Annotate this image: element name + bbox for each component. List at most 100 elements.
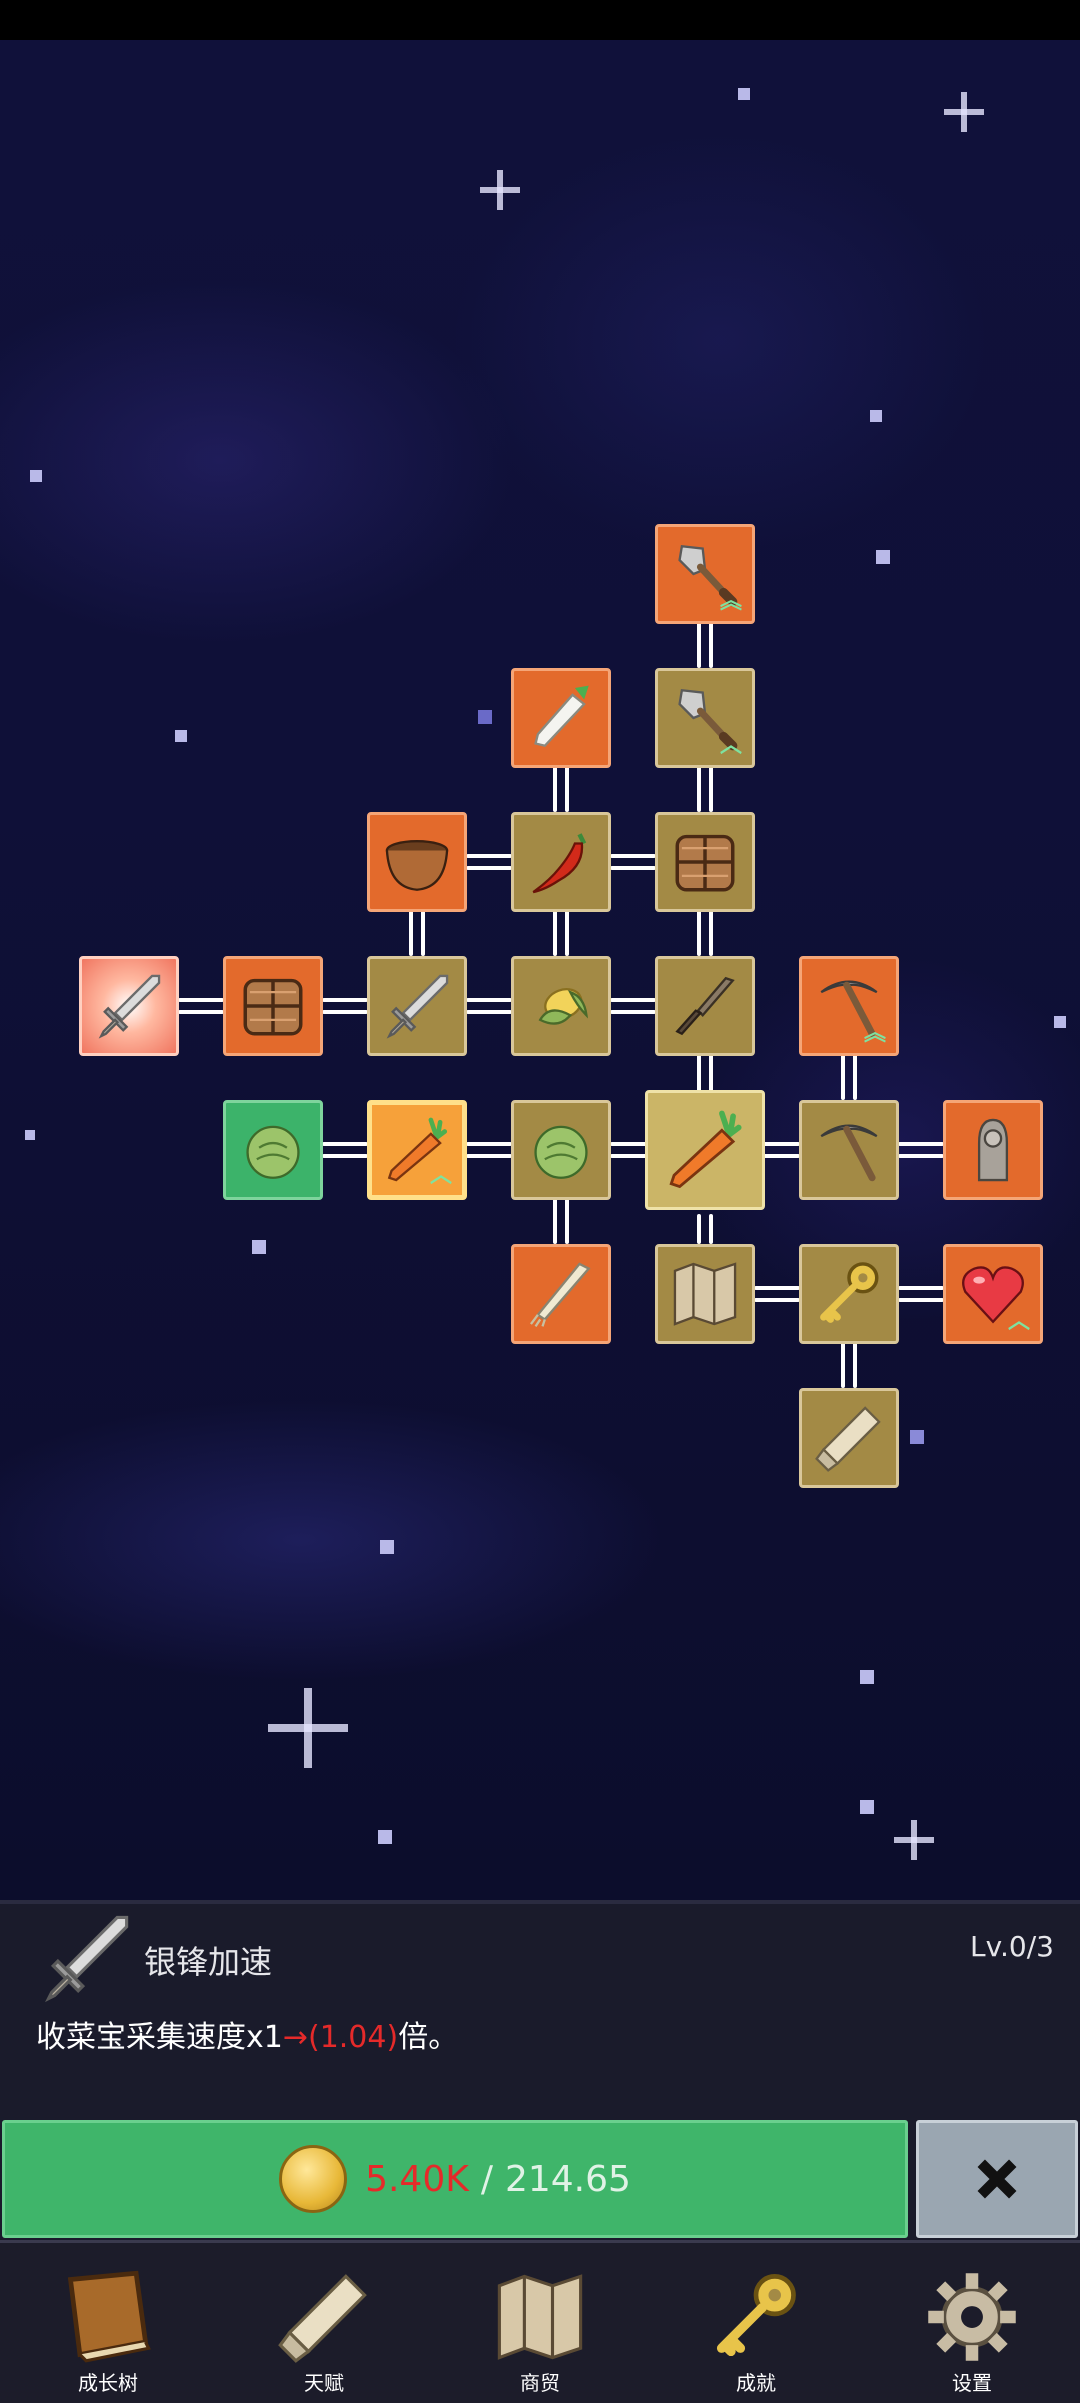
upgrade-available-icon: ︿ <box>429 1163 452 1188</box>
coin-balance: 214.65 <box>504 2158 631 2200</box>
skill-node-key[interactable] <box>799 1244 899 1344</box>
tree-link <box>553 910 569 956</box>
cost-separator: / <box>480 2158 493 2200</box>
nav-achievements[interactable]: 成就 <box>648 2243 864 2403</box>
upgrade-available-icon: ︿ <box>719 733 742 758</box>
nav-label: 商贸 <box>520 2371 560 2395</box>
coin-icon <box>279 2145 348 2213</box>
skill-node-pickaxe[interactable] <box>799 1100 899 1200</box>
skill-description-suffix: 倍。 <box>398 2020 459 2055</box>
map-icon <box>490 2267 590 2367</box>
tree-link <box>553 1198 569 1244</box>
carrot-icon <box>660 1105 750 1195</box>
tree-link <box>898 1142 944 1158</box>
tree-link <box>610 998 656 1014</box>
tree-link <box>754 1286 800 1302</box>
skill-tree: ︽ ︿ ︽ ︿ ︿ <box>0 0 1080 1900</box>
close-icon <box>969 2151 1025 2207</box>
sword-icon <box>36 1908 136 2008</box>
tree-link <box>697 622 713 668</box>
nav-label: 成就 <box>736 2371 776 2395</box>
skill-node-cabbage-green[interactable] <box>223 1100 323 1200</box>
corn-icon <box>524 969 598 1043</box>
skill-node-carrot-center[interactable] <box>645 1090 765 1210</box>
skill-node-cabbage[interactable] <box>511 1100 611 1200</box>
upgrade-available-icon: ︽ <box>863 1021 886 1046</box>
tree-link <box>841 1342 857 1388</box>
tree-link <box>553 766 569 812</box>
scroll-icon <box>274 2267 374 2367</box>
sword-icon <box>92 969 166 1043</box>
bottom-navigation: 成长树 天赋 商贸 成就 设置 <box>0 2240 1080 2403</box>
book-icon <box>58 2267 158 2367</box>
tree-link <box>841 1054 857 1100</box>
leek-icon <box>524 1257 598 1331</box>
cabbage-icon <box>236 1113 310 1187</box>
tree-link <box>697 1054 713 1094</box>
skill-node-radish[interactable] <box>511 668 611 768</box>
skill-node-pickaxe-top[interactable]: ︽ <box>799 956 899 1056</box>
dagger-icon <box>668 969 742 1043</box>
skill-node-sword[interactable] <box>367 956 467 1056</box>
skill-node-leek[interactable] <box>511 1244 611 1344</box>
cabbage-icon <box>524 1113 598 1187</box>
bowl-icon <box>380 825 454 899</box>
map-icon <box>668 1257 742 1331</box>
skill-node-silver-sword[interactable] <box>79 956 179 1056</box>
skill-node-bowl[interactable] <box>367 812 467 912</box>
skill-node-heart[interactable]: ︿ <box>943 1244 1043 1344</box>
skill-node-shovel-top[interactable]: ︽ <box>655 524 755 624</box>
basket-icon <box>236 969 310 1043</box>
nav-label: 天赋 <box>304 2371 344 2395</box>
key-icon <box>706 2267 806 2367</box>
nav-talent[interactable]: 天赋 <box>216 2243 432 2403</box>
scroll-icon <box>812 1401 886 1475</box>
nav-label: 设置 <box>952 2371 992 2395</box>
skill-node-basket-top[interactable] <box>655 812 755 912</box>
upgrade-cost: 5.40K <box>365 2158 469 2200</box>
skill-description: 收菜宝采集速度x1→(1.04)倍。 <box>36 2012 458 2056</box>
nav-label: 成长树 <box>78 2371 138 2395</box>
tree-link <box>697 910 713 956</box>
statue-icon <box>956 1113 1030 1187</box>
gear-icon <box>922 2267 1022 2367</box>
sword-icon <box>380 969 454 1043</box>
pickaxe-icon <box>812 1113 886 1187</box>
tree-link <box>322 998 368 1014</box>
radish-icon <box>524 681 598 755</box>
basket-icon <box>668 825 742 899</box>
upgrade-available-icon: ︿ <box>1007 1309 1030 1334</box>
tree-link <box>466 998 512 1014</box>
nav-trade[interactable]: 商贸 <box>432 2243 648 2403</box>
skill-node-scroll[interactable] <box>799 1388 899 1488</box>
skill-level: Lv.0/3 <box>970 1930 1054 1963</box>
nav-growth-tree[interactable]: 成长树 <box>0 2243 216 2403</box>
skill-node-shovel[interactable]: ︿ <box>655 668 755 768</box>
tree-link <box>409 910 425 956</box>
skill-node-statue[interactable] <box>943 1100 1043 1200</box>
nav-settings[interactable]: 设置 <box>864 2243 1080 2403</box>
skill-node-carrot-selected[interactable]: ︿ <box>367 1100 467 1200</box>
tree-link <box>697 1214 713 1244</box>
skill-node-map[interactable] <box>655 1244 755 1344</box>
tree-link <box>697 766 713 812</box>
tree-link <box>898 1286 944 1302</box>
skill-node-chili[interactable] <box>511 812 611 912</box>
tree-link <box>322 1142 368 1158</box>
tree-link <box>178 998 224 1014</box>
skill-node-dagger[interactable] <box>655 956 755 1056</box>
close-button[interactable] <box>916 2120 1078 2238</box>
tree-link <box>466 854 512 870</box>
skill-node-corn[interactable] <box>511 956 611 1056</box>
skill-description-prefix: 收菜宝采集速度x1 <box>36 2020 283 2055</box>
skill-description-arrow: → <box>282 2020 308 2055</box>
skill-description-value: (1.04) <box>307 2020 399 2055</box>
key-icon <box>812 1257 886 1331</box>
upgrade-purchase-button[interactable]: 5.40K / 214.65 <box>2 2120 908 2238</box>
tree-link <box>466 1142 512 1158</box>
chili-pepper-icon <box>524 825 598 899</box>
skill-node-basket-left[interactable] <box>223 956 323 1056</box>
upgrade-available-icon: ︽ <box>719 589 742 614</box>
skill-name: 银锋加速 <box>144 1943 273 1981</box>
tree-link <box>610 854 656 870</box>
